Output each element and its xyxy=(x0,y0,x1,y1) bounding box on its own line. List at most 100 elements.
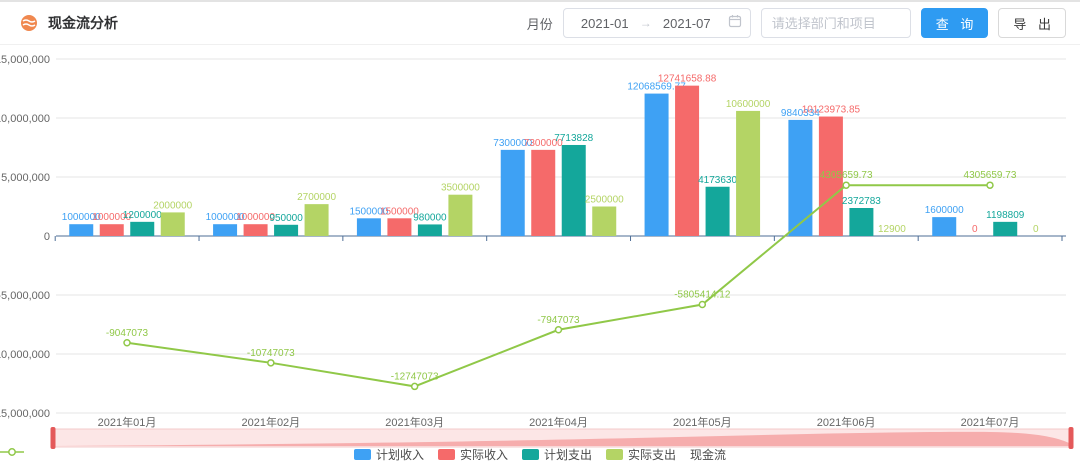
line-value-label: -9047073 xyxy=(106,328,149,339)
legend-swatch xyxy=(522,449,539,460)
legend-swatch xyxy=(438,449,455,460)
line-point[interactable] xyxy=(412,383,418,389)
bar-value-label: 0 xyxy=(1033,224,1039,235)
bar-实际支出[interactable] xyxy=(161,212,185,236)
bar-计划支出[interactable] xyxy=(993,222,1017,236)
x-tick-label: 2021年05月 xyxy=(673,415,732,429)
coins-icon xyxy=(20,14,38,32)
y-tick-label: 5,000,000 xyxy=(1,172,50,184)
bar-计划收入[interactable] xyxy=(501,150,525,236)
bar-value-label: 10123973.85 xyxy=(802,105,861,116)
legend-swatch xyxy=(606,449,623,460)
legend-item-实际支出[interactable]: 实际支出 xyxy=(606,446,676,463)
line-value-label: -10747073 xyxy=(247,348,295,359)
y-tick-label: 15,000,000 xyxy=(0,54,50,66)
bar-实际收入[interactable] xyxy=(100,224,124,236)
bar-计划收入[interactable] xyxy=(932,217,956,236)
legend-item-计划收入[interactable]: 计划收入 xyxy=(354,446,424,463)
bar-计划收入[interactable] xyxy=(788,120,812,236)
bar-实际支出[interactable] xyxy=(448,195,472,236)
page-title: 现金流分析 xyxy=(48,13,118,33)
line-point[interactable] xyxy=(987,182,993,188)
line-value-label: 4305659.73 xyxy=(964,170,1017,181)
x-tick-label: 2021年01月 xyxy=(98,415,157,429)
bar-value-label: 1200000 xyxy=(123,210,162,221)
top-bar: 现金流分析 月份 → 查 询 导 出 xyxy=(0,0,1080,45)
bar-计划支出[interactable] xyxy=(130,222,154,236)
bar-计划支出[interactable] xyxy=(562,145,586,236)
line-value-label: -5805414.12 xyxy=(674,290,731,301)
x-tick-label: 2021年06月 xyxy=(817,415,876,429)
legend-item-计划支出[interactable]: 计划支出 xyxy=(522,446,592,463)
month-label: 月份 xyxy=(527,14,553,33)
bar-计划收入[interactable] xyxy=(357,218,381,236)
bar-计划收入[interactable] xyxy=(645,94,669,236)
bar-实际收入[interactable] xyxy=(531,150,555,236)
line-value-label: -7947073 xyxy=(537,315,580,326)
datazoom-handle-right[interactable] xyxy=(1069,427,1074,449)
bar-value-label: 1600000 xyxy=(925,205,964,216)
x-tick-label: 2021年07月 xyxy=(961,415,1020,429)
bar-value-label: 950000 xyxy=(269,213,303,224)
bar-实际收入[interactable] xyxy=(244,224,268,236)
legend-label: 现金流 xyxy=(690,446,726,463)
y-tick-label: 10,000,000 xyxy=(0,113,50,125)
legend-label: 计划支出 xyxy=(544,446,592,463)
bar-实际支出[interactable] xyxy=(592,207,616,237)
y-tick-label: 0 xyxy=(44,231,50,243)
date-start-input[interactable] xyxy=(572,16,638,31)
bar-value-label: 3500000 xyxy=(441,183,480,194)
date-end-input[interactable] xyxy=(654,16,720,31)
project-select-input[interactable] xyxy=(761,8,911,38)
y-tick-label: -15,000,000 xyxy=(0,408,50,420)
bar-value-label: 1198809 xyxy=(986,210,1025,221)
bar-value-label: 980000 xyxy=(413,212,447,223)
legend-label: 计划收入 xyxy=(376,446,424,463)
bar-计划支出[interactable] xyxy=(274,225,298,236)
legend-line-marker xyxy=(0,447,24,457)
title-wrap: 现金流分析 xyxy=(20,13,118,33)
chart-legend: 计划收入 实际收入 计划支出 实际支出现金流 xyxy=(0,447,1080,462)
line-point[interactable] xyxy=(268,360,274,366)
bar-value-label: 10600000 xyxy=(726,99,771,110)
bar-实际支出[interactable] xyxy=(305,204,329,236)
line-point[interactable] xyxy=(699,302,705,308)
bar-计划支出[interactable] xyxy=(706,187,730,236)
bar-value-label: 2700000 xyxy=(297,192,336,203)
line-point[interactable] xyxy=(555,327,561,333)
bar-计划支出[interactable] xyxy=(849,208,873,236)
bar-value-label: 2372783 xyxy=(842,196,881,207)
y-tick-label: -5,000,000 xyxy=(0,290,50,302)
bar-实际收入[interactable] xyxy=(387,218,411,236)
bar-计划支出[interactable] xyxy=(418,224,442,236)
line-value-label: 4305659.73 xyxy=(820,170,873,181)
legend-item-实际收入[interactable]: 实际收入 xyxy=(438,446,508,463)
line-value-label: -12747073 xyxy=(391,371,439,382)
x-tick-label: 2021年03月 xyxy=(385,415,444,429)
filter-bar: 月份 → 查 询 导 出 xyxy=(527,8,1066,38)
datazoom-handle-left[interactable] xyxy=(51,427,56,449)
bar-value-label: 0 xyxy=(972,224,978,235)
bar-value-label: 12900 xyxy=(878,224,906,235)
bar-计划收入[interactable] xyxy=(69,224,93,236)
bar-计划收入[interactable] xyxy=(213,224,237,236)
date-range-picker[interactable]: → xyxy=(563,8,751,38)
legend-label: 实际支出 xyxy=(628,446,676,463)
line-point[interactable] xyxy=(124,340,130,346)
legend-swatch xyxy=(354,449,371,460)
bar-value-label: 2500000 xyxy=(585,195,624,206)
export-button[interactable]: 导 出 xyxy=(998,8,1066,38)
bar-value-label: 2000000 xyxy=(153,200,192,211)
bar-实际支出[interactable] xyxy=(736,111,760,236)
calendar-icon xyxy=(728,14,742,33)
legend-label: 实际收入 xyxy=(460,446,508,463)
bar-value-label: 12741658.88 xyxy=(658,74,717,85)
legend-item-现金流[interactable]: 现金流 xyxy=(690,446,726,463)
bar-value-label: 4173630 xyxy=(698,175,737,186)
x-tick-label: 2021年04月 xyxy=(529,415,588,429)
bar-实际收入[interactable] xyxy=(675,86,699,236)
range-arrow: → xyxy=(638,16,654,30)
line-point[interactable] xyxy=(843,182,849,188)
chart-canvas: 15,000,000 10,000,000 5,000,000 0 -5,000,000… xyxy=(0,45,1080,463)
query-button[interactable]: 查 询 xyxy=(921,8,989,38)
